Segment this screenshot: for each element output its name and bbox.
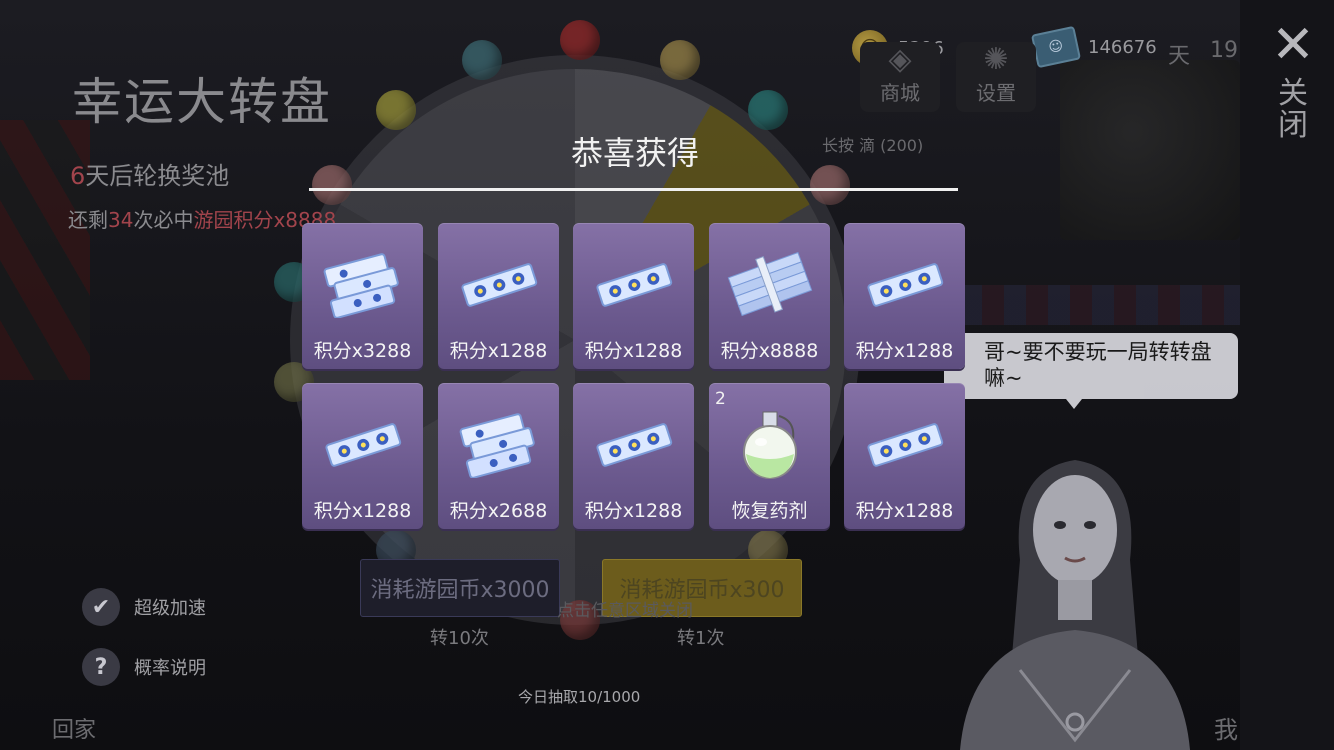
reward-label: 积分x1288	[855, 500, 954, 522]
ticket-strip-icon	[587, 243, 680, 325]
ticket-strip-icon	[587, 403, 680, 485]
day-count: 19	[1210, 38, 1238, 63]
close-icon[interactable]: ✕	[1270, 19, 1316, 71]
reward-card[interactable]: 积分x1288	[438, 223, 559, 369]
ticket-strip-icon	[452, 243, 545, 325]
spin-10-label: 转10次	[430, 628, 489, 649]
reward-card[interactable]: 积分x8888	[709, 223, 830, 369]
minimap[interactable]	[1060, 60, 1240, 240]
npc-character	[960, 460, 1190, 750]
reward-label: 积分x8888	[720, 340, 819, 362]
reward-label: 积分x3288	[313, 340, 412, 362]
potion-icon	[723, 403, 816, 485]
reward-label: 积分x2688	[449, 500, 548, 522]
guarantee-text: 还剩34次必中游园积分x8888	[68, 208, 337, 232]
reward-quantity: 2	[715, 389, 726, 409]
ticket-strip-icon	[316, 403, 409, 485]
ticket-strip-icon	[858, 243, 951, 325]
page-title: 幸运大转盘	[72, 73, 332, 131]
pool-rotate-text: 6天后轮换奖池	[70, 162, 230, 190]
title-divider	[309, 188, 958, 191]
reward-card[interactable]: 积分x1288	[573, 223, 694, 369]
super-speed-toggle[interactable]: ✔ 超级加速	[82, 588, 206, 626]
question-icon: ?	[82, 648, 120, 686]
reward-card[interactable]: 积分x1288	[573, 383, 694, 529]
day-label: 天	[1168, 44, 1191, 69]
probability-info-button[interactable]: ? 概率说明	[82, 648, 206, 686]
reward-label: 恢复药剂	[731, 500, 808, 522]
reward-card[interactable]: 2 恢复药剂	[709, 383, 830, 529]
spin-1-label: 转1次	[677, 628, 725, 649]
home-button[interactable]: 回家	[52, 712, 96, 744]
bunting-flags	[960, 285, 1240, 325]
daily-draw-count: 今日抽取10/1000	[518, 688, 641, 706]
reward-card[interactable]: 积分x1288	[844, 383, 965, 529]
spin-10-button[interactable]: 消耗游园币x3000	[360, 559, 560, 617]
reward-label: 积分x1288	[584, 500, 683, 522]
wheel-bulb	[660, 40, 700, 80]
reward-grid: 积分x3288 积分x1288 积分x1288 积分x8888 积分x1288 积分x12…	[302, 223, 966, 529]
close-label[interactable]: 关闭	[1278, 78, 1308, 142]
wheel-bulb	[376, 90, 416, 130]
ticket-balance: ☺ 146676	[1030, 25, 1157, 69]
profile-button[interactable]: 我	[1214, 710, 1238, 745]
check-icon: ✔	[82, 588, 120, 626]
reward-card[interactable]: 积分x1288	[844, 223, 965, 369]
tap-to-close-hint: 点击任意区域关闭	[557, 601, 693, 621]
ticket-pile-icon	[316, 243, 409, 325]
settings-button[interactable]: ✺ 设置	[956, 42, 1036, 112]
gear-icon: ✺	[983, 42, 1009, 77]
ticket-pile-icon	[452, 403, 545, 485]
reward-card[interactable]: 积分x2688	[438, 383, 559, 529]
wheel-bulb	[560, 20, 600, 60]
wheel-bulb	[810, 165, 850, 205]
wheel-bulb	[748, 90, 788, 130]
menu-caption: 长按 滴 (200)	[822, 136, 924, 155]
wheel-bulb	[462, 40, 502, 80]
ticket-strip-icon	[858, 403, 951, 485]
modal-title: 恭喜获得	[570, 134, 699, 172]
ticket-icon: ☺	[1030, 25, 1082, 69]
reward-card[interactable]: 积分x3288	[302, 223, 423, 369]
reward-label: 积分x1288	[313, 500, 412, 522]
shop-button[interactable]: ◈ 商城	[860, 42, 940, 112]
wheel-bulb	[312, 165, 352, 205]
reward-card[interactable]: 积分x1288	[302, 383, 423, 529]
reward-label: 积分x1288	[855, 340, 954, 362]
ticket-bundle-icon	[723, 243, 816, 325]
shop-icon: ◈	[888, 42, 912, 77]
npc-speech-bubble: 哥~要不要玩一局转转盘嘛~	[944, 333, 1238, 409]
reward-label: 积分x1288	[449, 340, 548, 362]
reward-label: 积分x1288	[584, 340, 683, 362]
